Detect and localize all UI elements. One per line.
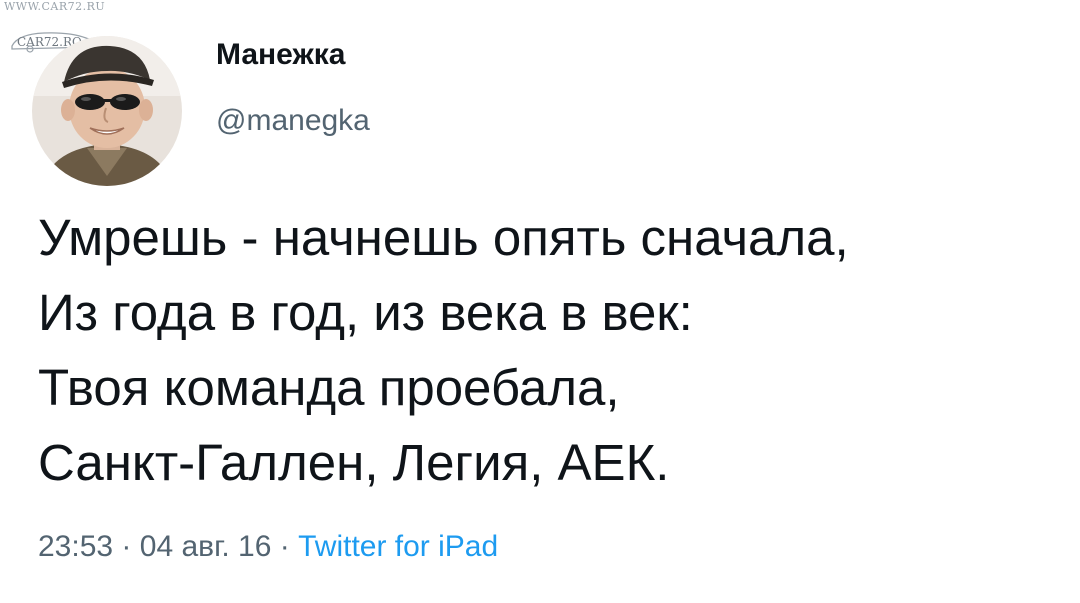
avatar[interactable]: [32, 36, 182, 186]
tweet-source-link[interactable]: Twitter for iPad: [298, 530, 498, 563]
author-display-name[interactable]: Манежка: [216, 38, 345, 72]
tweet-text: Умрешь - начнешь опять сначала, Из года …: [38, 200, 1068, 500]
watermark-site-text: WWW.CAR72.RU: [4, 0, 106, 13]
meta-separator: ·: [279, 530, 290, 563]
tweet-line: Твоя команда проебала,: [38, 359, 620, 416]
author-handle[interactable]: @manegka: [216, 104, 370, 138]
tweet-time[interactable]: 23:53: [38, 530, 113, 563]
meta-separator: ·: [121, 530, 132, 563]
avatar-boy-portrait-icon: [32, 36, 182, 186]
tweet-line: Санкт-Галлен, Легия, АЕК.: [38, 434, 670, 491]
tweet-line: Из года в год, из века в век:: [38, 284, 693, 341]
tweet-meta: 23:53 · 04 авг. 16 · Twitter for iPad: [38, 530, 498, 564]
tweet-date[interactable]: 04 авг. 16: [140, 530, 272, 563]
tweet-line: Умрешь - начнешь опять сначала,: [38, 209, 849, 266]
